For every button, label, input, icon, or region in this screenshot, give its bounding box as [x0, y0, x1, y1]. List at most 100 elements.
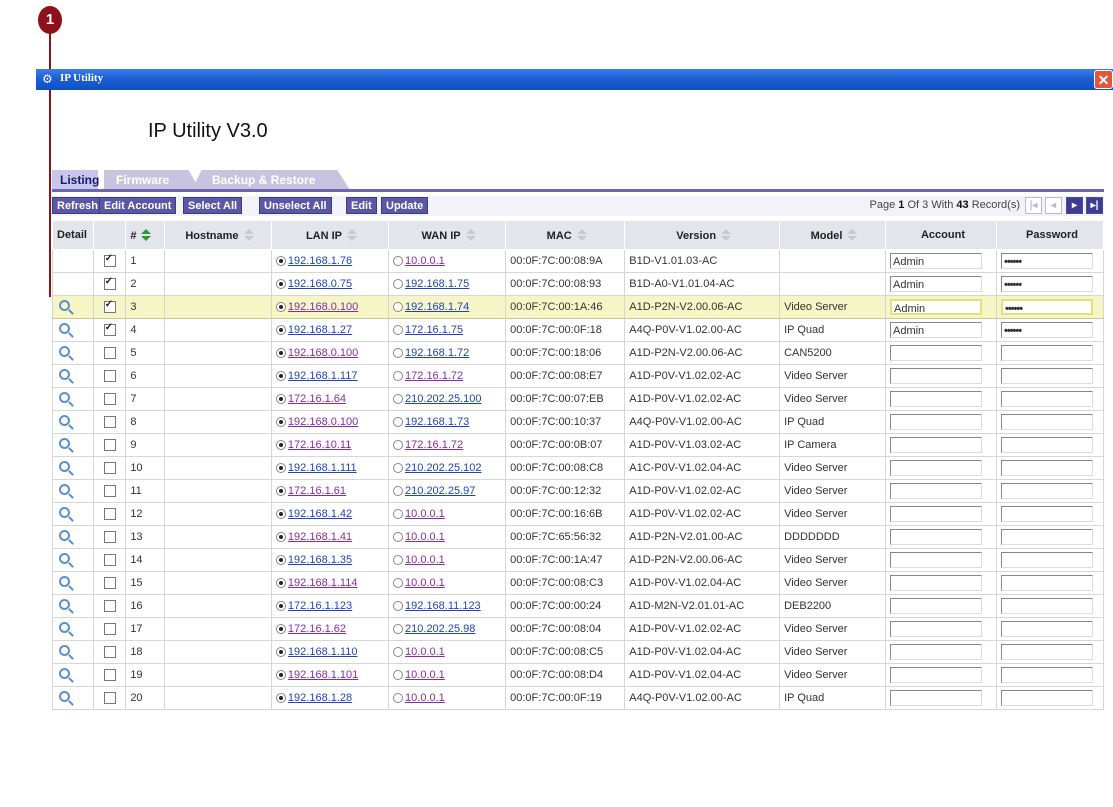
account-input[interactable]: [889, 345, 982, 361]
sort-icon[interactable]: [465, 229, 477, 241]
lan-ip-radio[interactable]: [275, 670, 286, 681]
table-row[interactable]: 2 192.168.0.75 192.168.1.75 00:0F:7C:00:08:…: [52, 272, 1105, 296]
account-input[interactable]: [889, 598, 982, 614]
wan-ip-radio[interactable]: [393, 509, 404, 520]
col-wan-ip[interactable]: WAN IP: [388, 220, 507, 250]
sort-icon[interactable]: [243, 229, 255, 241]
account-input[interactable]: [889, 414, 982, 430]
wan-ip-radio[interactable]: [393, 578, 404, 589]
magnifier-icon[interactable]: [59, 438, 70, 449]
lan-ip-radio[interactable]: [275, 463, 286, 474]
col-version[interactable]: Version: [624, 220, 781, 250]
magnifier-icon[interactable]: [59, 507, 70, 518]
magnifier-icon[interactable]: [59, 484, 70, 495]
row-checkbox[interactable]: [103, 299, 116, 314]
magnifier-icon[interactable]: [59, 369, 70, 380]
lan-ip-radio[interactable]: [275, 601, 286, 612]
lan-ip-link[interactable]: 192.168.1.101: [288, 669, 358, 681]
magnifier-icon[interactable]: [59, 622, 70, 633]
row-checkbox[interactable]: [103, 393, 116, 406]
wan-ip-radio[interactable]: [393, 394, 404, 405]
password-input[interactable]: [1000, 690, 1093, 706]
password-input[interactable]: [1000, 552, 1093, 568]
table-row[interactable]: 11 172.16.1.61 210.202.25.97 00:0F:7C:00:12…: [52, 479, 1105, 503]
wan-ip-link[interactable]: 210.202.25.100: [405, 393, 481, 405]
password-input[interactable]: ••••••: [1000, 322, 1093, 338]
wan-ip-radio[interactable]: [393, 279, 404, 290]
table-row[interactable]: 9 172.16.10.11 172.16.1.72 00:0F:7C:00:0B:0…: [52, 433, 1105, 457]
password-input[interactable]: [1000, 506, 1093, 522]
refresh-button[interactable]: Refresh: [52, 197, 103, 214]
table-row[interactable]: 19 192.168.1.101 10.0.0.1 00:0F:7C:00:08:D4…: [52, 663, 1105, 687]
col-mac[interactable]: MAC: [505, 220, 626, 250]
lan-ip-radio[interactable]: [275, 256, 286, 267]
account-input[interactable]: [889, 368, 982, 384]
wan-ip-radio[interactable]: [393, 371, 404, 382]
row-checkbox[interactable]: [103, 322, 116, 337]
account-input[interactable]: [889, 460, 982, 476]
edit-button[interactable]: Edit: [346, 197, 377, 214]
password-input[interactable]: [1000, 575, 1093, 591]
table-row[interactable]: 13 192.168.1.41 10.0.0.1 00:0F:7C:65:56:32 A…: [52, 525, 1105, 549]
wan-ip-radio[interactable]: [393, 555, 404, 566]
tab-backup-restore[interactable]: Backup & Restore: [192, 170, 350, 190]
magnifier-icon[interactable]: [59, 645, 70, 656]
row-checkbox[interactable]: [103, 253, 116, 268]
magnifier-icon[interactable]: [59, 346, 70, 357]
select-all-button[interactable]: Select All: [183, 197, 243, 214]
lan-ip-link[interactable]: 192.168.1.35: [288, 554, 352, 566]
wan-ip-link[interactable]: 172.16.1.75: [405, 324, 463, 336]
wan-ip-link[interactable]: 192.168.1.74: [405, 301, 469, 313]
lan-ip-radio[interactable]: [275, 532, 286, 543]
row-checkbox[interactable]: [103, 669, 116, 682]
password-input[interactable]: [1000, 460, 1093, 476]
unselect-all-button[interactable]: Unselect All: [259, 197, 332, 214]
magnifier-icon[interactable]: [59, 392, 70, 403]
col-hostname[interactable]: Hostname: [164, 220, 272, 250]
magnifier-icon[interactable]: [59, 530, 70, 541]
account-input[interactable]: [889, 529, 982, 545]
col-number[interactable]: #: [125, 220, 165, 250]
lan-ip-radio[interactable]: [275, 486, 286, 497]
magnifier-icon[interactable]: [59, 576, 70, 587]
sort-icon[interactable]: [346, 229, 358, 241]
magnifier-icon[interactable]: [59, 300, 70, 311]
account-input[interactable]: Admin: [889, 322, 982, 338]
row-checkbox[interactable]: [103, 347, 116, 360]
wan-ip-link[interactable]: 10.0.0.1: [405, 255, 445, 267]
wan-ip-link[interactable]: 10.0.0.1: [405, 646, 445, 658]
row-checkbox[interactable]: [103, 600, 116, 613]
wan-ip-radio[interactable]: [393, 693, 404, 704]
wan-ip-link[interactable]: 210.202.25.97: [405, 485, 475, 497]
table-row[interactable]: 15 192.168.1.114 10.0.0.1 00:0F:7C:00:08:C3…: [52, 571, 1105, 595]
password-input[interactable]: ••••••: [1000, 253, 1093, 269]
table-row[interactable]: 10 192.168.1.111 210.202.25.102 00:0F:7C:00…: [52, 456, 1105, 480]
lan-ip-link[interactable]: 192.168.1.76: [288, 255, 352, 267]
password-input[interactable]: [1000, 345, 1093, 361]
password-input[interactable]: [1000, 368, 1093, 384]
row-checkbox[interactable]: [103, 462, 116, 475]
table-row[interactable]: 8 192.168.0.100 192.168.1.73 00:0F:7C:00:10…: [52, 410, 1105, 434]
lan-ip-link[interactable]: 192.168.1.28: [288, 692, 352, 704]
last-page-icon[interactable]: ▸|: [1086, 197, 1103, 214]
tab-firmware[interactable]: Firmware: [104, 170, 200, 190]
lan-ip-radio[interactable]: [275, 647, 286, 658]
lan-ip-radio[interactable]: [275, 440, 286, 451]
password-input[interactable]: [1000, 483, 1093, 499]
row-checkbox[interactable]: [103, 276, 116, 291]
table-row[interactable]: 14 192.168.1.35 10.0.0.1 00:0F:7C:00:1A:47 A…: [52, 548, 1105, 572]
lan-ip-link[interactable]: 192.168.1.110: [288, 646, 358, 658]
account-input[interactable]: [889, 483, 982, 499]
magnifier-icon[interactable]: [59, 461, 70, 472]
password-input[interactable]: [1000, 529, 1093, 545]
tab-listing[interactable]: Listing: [52, 170, 99, 190]
row-checkbox[interactable]: [103, 531, 116, 544]
lan-ip-radio[interactable]: [275, 555, 286, 566]
wan-ip-radio[interactable]: [393, 302, 404, 313]
account-input[interactable]: [889, 644, 982, 660]
wan-ip-radio[interactable]: [393, 601, 404, 612]
close-icon[interactable]: ✕: [1094, 70, 1113, 89]
wan-ip-link[interactable]: 192.168.1.72: [405, 347, 469, 359]
table-row[interactable]: 1 192.168.1.76 10.0.0.1 00:0F:7C:00:08:9AB1…: [52, 249, 1105, 273]
row-checkbox[interactable]: [103, 485, 116, 498]
